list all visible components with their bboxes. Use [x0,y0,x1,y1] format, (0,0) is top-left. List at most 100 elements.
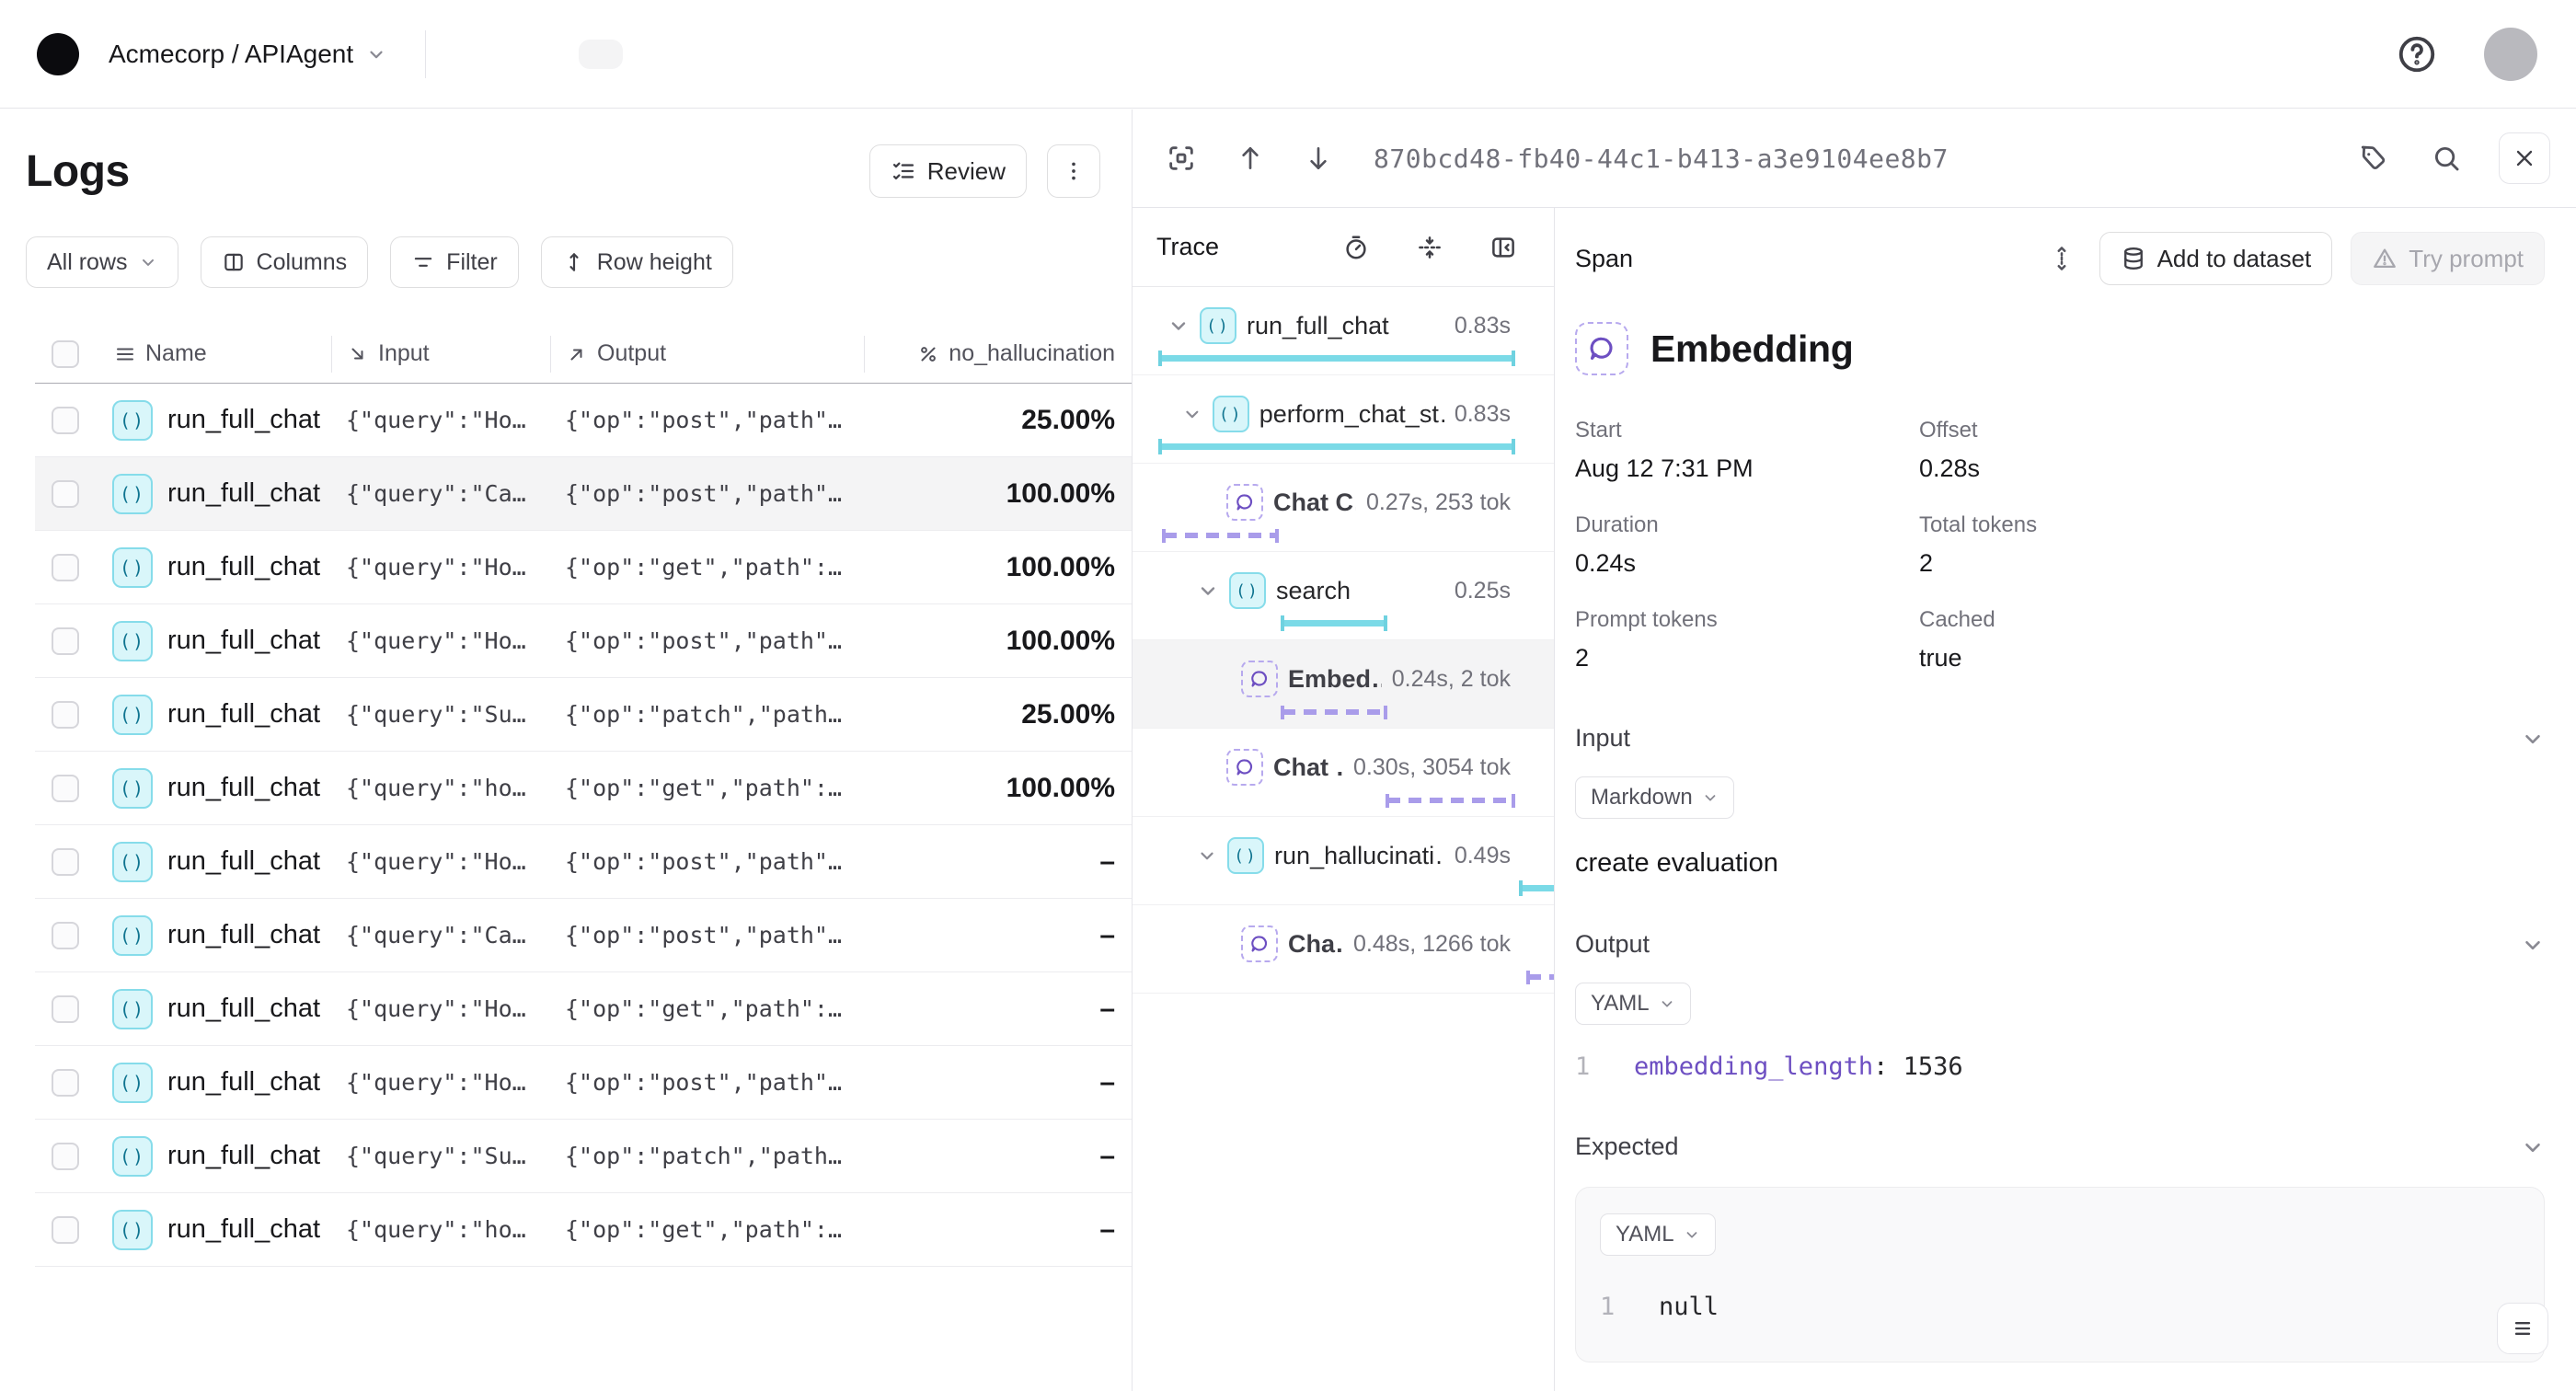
panel-collapse-button[interactable] [1484,228,1523,267]
more-actions-button[interactable] [1047,144,1100,198]
review-button[interactable]: Review [869,144,1027,198]
project-selector[interactable]: Acmecorp / APIAgent [109,40,386,69]
row-score: – [864,1067,1132,1098]
input-format-dropdown[interactable]: Markdown [1575,776,1734,819]
row-output: {"op":"post","path"… [550,848,864,875]
trace-row-duration: 0.48s, 1266 tok [1353,931,1511,958]
row-checkbox[interactable] [52,554,79,581]
outline-menu-button[interactable] [2497,1303,2548,1354]
row-checkbox[interactable] [52,1216,79,1244]
add-to-dataset-button[interactable]: Add to dataset [2099,232,2333,285]
column-header-score[interactable]: no_hallucination [864,336,1132,373]
filter-button[interactable]: Filter [390,236,519,288]
row-checkbox[interactable] [52,627,79,655]
column-header-output[interactable]: Output [550,336,864,373]
add-to-dataset-label: Add to dataset [2157,245,2312,273]
stat-value: 2 [1575,644,1919,673]
column-label: Input [378,340,430,367]
tag-button[interactable] [2352,137,2394,179]
collapse-all-button[interactable] [1410,228,1449,267]
row-checkbox[interactable] [52,995,79,1023]
columns-button[interactable]: Columns [201,236,369,288]
column-header-name[interactable]: Name [99,336,331,373]
list-icon [114,343,136,365]
table-row[interactable]: () run_full_chat {"query":"ho… {"op":"ge… [35,752,1132,825]
output-format-dropdown[interactable]: YAML [1575,983,1691,1025]
chevron-down-icon[interactable] [2521,933,2545,957]
row-output: {"op":"post","path"… [550,407,864,433]
table-row[interactable]: () run_full_chat {"query":"Ho… {"op":"ge… [35,531,1132,604]
trace-row-duration: 0.25s [1455,578,1511,604]
row-height-button[interactable]: Row height [541,236,733,288]
chevron-down-icon [1197,845,1217,867]
nav-tab[interactable] [522,40,566,69]
help-button[interactable] [2390,28,2444,81]
stat-value: 0.28s [1919,454,2545,483]
table-row[interactable]: () run_full_chat {"query":"Su… {"op":"pa… [35,678,1132,752]
row-checkbox[interactable] [52,1143,79,1170]
chevron-down-icon[interactable] [2521,1135,2545,1159]
trace-row[interactable]: () run_full_chat 0.83s [1133,287,1554,375]
table-row[interactable]: () run_full_chat {"query":"Su… {"op":"pa… [35,1120,1132,1193]
expand-fullscreen-button[interactable] [1160,137,1202,179]
span-stats: Start Aug 12 7:31 PM Offset 0.28s Durati… [1575,418,2545,673]
filter-icon [411,250,435,274]
stat-item: Prompt tokens 2 [1575,607,1919,673]
table-row[interactable]: () run_full_chat {"query":"Ho… {"op":"po… [35,604,1132,678]
user-avatar[interactable] [2484,28,2537,81]
trace-row[interactable]: () Embed… 0.24s, 2 tok [1133,640,1554,729]
trace-row[interactable]: () Chat … 0.30s, 3054 tok [1133,729,1554,817]
project-name: Acmecorp / APIAgent [109,40,353,69]
table-row[interactable]: () run_full_chat {"query":"Ho… {"op":"po… [35,384,1132,457]
previous-row-button[interactable] [1230,138,1271,178]
trace-row[interactable]: () Chat C… 0.27s, 253 tok [1133,464,1554,552]
trace-row[interactable]: () Cha… 0.48s, 1266 tok [1133,905,1554,994]
resize-vertical-icon[interactable] [2042,239,2081,278]
table-row[interactable]: () run_full_chat {"query":"Ca… {"op":"po… [35,457,1132,531]
rows-filter-dropdown[interactable]: All rows [26,236,178,288]
close-button[interactable] [2499,132,2550,184]
nav-tab[interactable] [636,40,680,69]
table-row[interactable]: () run_full_chat {"query":"Ho… {"op":"ge… [35,972,1132,1046]
column-header-input[interactable]: Input [331,336,550,373]
expected-format-dropdown[interactable]: YAML [1600,1213,1716,1256]
row-name: run_full_chat [167,405,320,435]
nav-tab[interactable] [579,40,623,69]
row-checkbox[interactable] [52,407,79,434]
chevron-down-icon [1684,1226,1700,1243]
hamburger-icon [2510,1316,2536,1341]
table-row[interactable]: () run_full_chat {"query":"Ho… {"op":"po… [35,825,1132,899]
row-checkbox[interactable] [52,848,79,876]
yaml-key: embedding_length [1634,1052,1873,1081]
nav-tab[interactable] [693,40,737,69]
trace-row[interactable]: () search 0.25s [1133,552,1554,640]
row-checkbox[interactable] [52,480,79,508]
span-timeline-bar [1160,355,1513,362]
table-row[interactable]: () run_full_chat {"query":"Ca… {"op":"po… [35,899,1132,972]
row-score: 100.00% [864,478,1132,510]
function-span-icon: () [112,474,153,514]
row-checkbox[interactable] [52,775,79,802]
row-checkbox[interactable] [52,1069,79,1097]
brand-logo-icon[interactable] [37,33,79,75]
try-prompt-button[interactable]: Try prompt [2351,232,2545,285]
trace-row-name: Embed… [1288,665,1382,694]
trace-row[interactable]: () run_hallucinati… 0.49s [1133,817,1554,905]
chevron-down-icon[interactable] [2521,727,2545,751]
nav-tab[interactable] [465,40,509,69]
table-row[interactable]: () run_full_chat {"query":"Ho… {"op":"po… [35,1046,1132,1120]
span-panel: Span Add to dataset Try prompt [1555,208,2576,1391]
trace-row[interactable]: () perform_chat_st… 0.83s [1133,375,1554,464]
stat-item: Total tokens 2 [1919,512,2545,578]
search-button[interactable] [2425,137,2467,179]
select-all-checkbox[interactable] [52,340,79,368]
function-span-icon: () [1213,396,1249,432]
row-checkbox[interactable] [52,701,79,729]
row-input: {"query":"Ho… [331,554,550,581]
timing-toggle-button[interactable] [1337,228,1375,267]
function-span-icon: () [112,1210,153,1250]
row-checkbox[interactable] [52,922,79,949]
next-row-button[interactable] [1298,138,1339,178]
table-row[interactable]: () run_full_chat {"query":"ho… {"op":"ge… [35,1193,1132,1267]
stat-item: Offset 0.28s [1919,418,2545,483]
